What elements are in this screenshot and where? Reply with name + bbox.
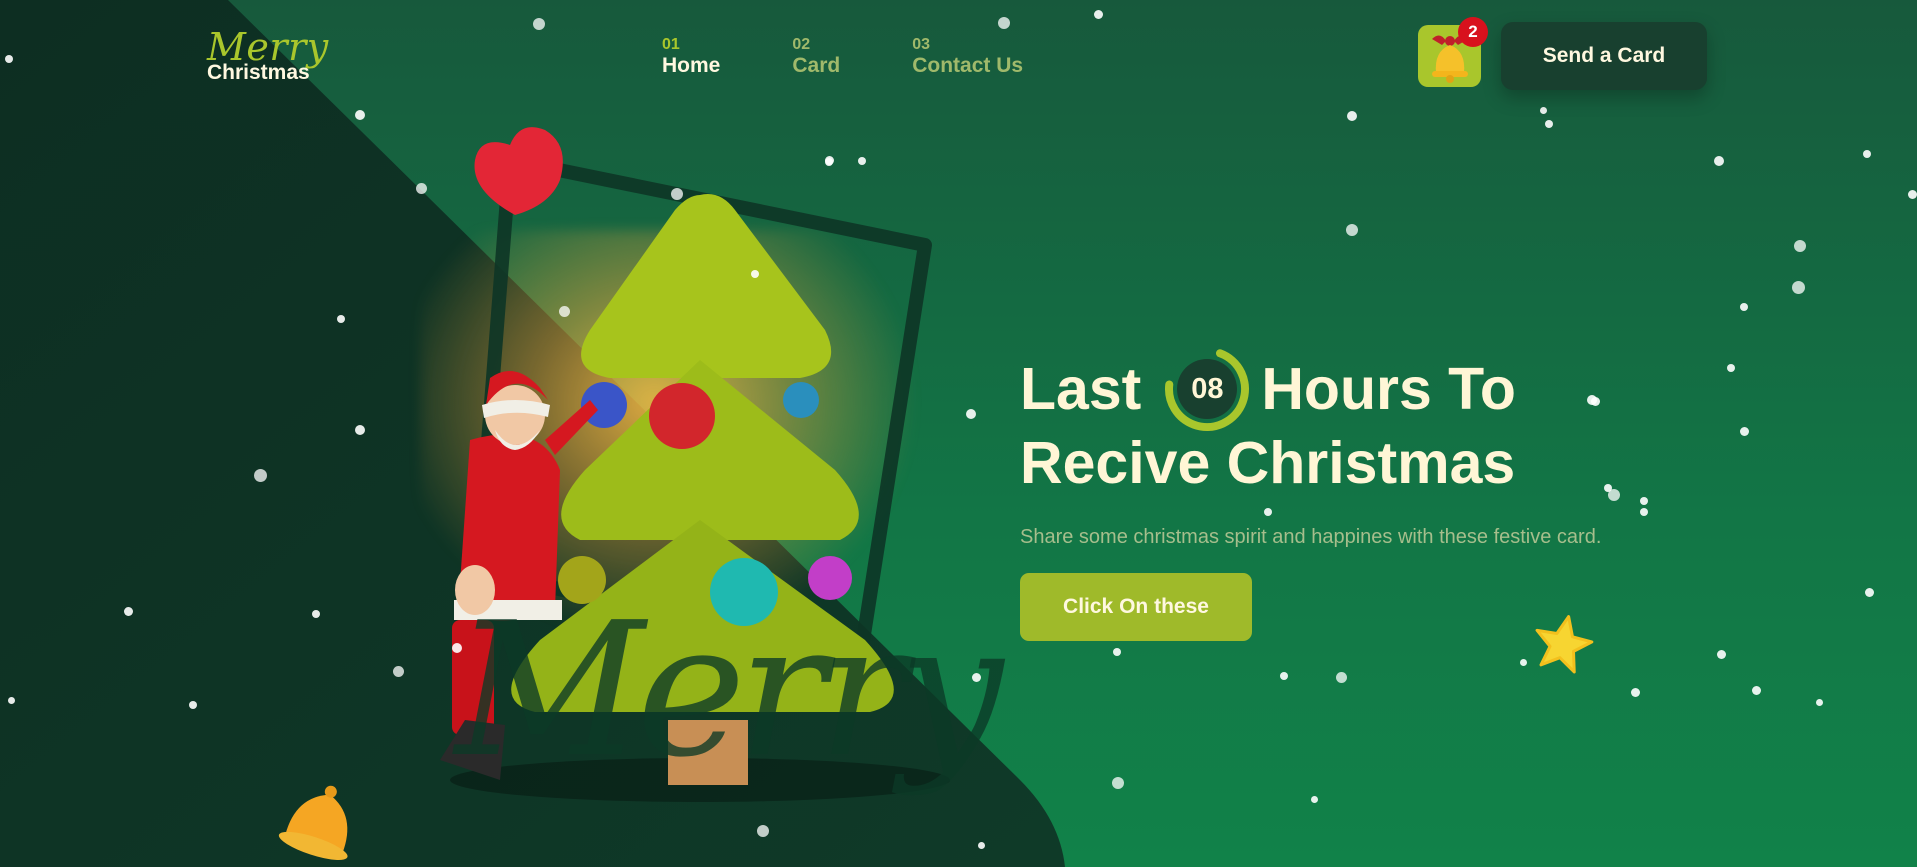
- hero-title: Last 08 Hours To Recive Christmas: [1020, 347, 1620, 496]
- hero-title-word-hours: Hours To: [1261, 355, 1516, 422]
- hero-title-line1: Last 08 Hours To: [1020, 347, 1620, 431]
- nav-item-number: 02: [792, 36, 811, 53]
- hero-title-line2: Recive Christmas: [1020, 430, 1516, 496]
- main-nav: 01 Home 02 Card 03 Contact Us: [662, 36, 1095, 77]
- merry-script-decor: Merry: [455, 582, 1003, 798]
- nav-item-label: Home: [662, 53, 721, 77]
- heart-decor-icon: [474, 127, 563, 215]
- countdown-value: 08: [1191, 372, 1224, 405]
- logo[interactable]: Merry Christmas: [207, 28, 329, 83]
- nav-item-card[interactable]: 02 Card: [792, 36, 840, 77]
- nav-item-home[interactable]: 01 Home: [662, 36, 720, 77]
- star-decor-icon: [1535, 615, 1594, 674]
- hero-description: Share some christmas spirit and happines…: [1020, 526, 1602, 548]
- nav-item-contact-us[interactable]: 03 Contact Us: [912, 36, 1023, 77]
- nav-item-label: Card: [792, 53, 841, 77]
- nav-item-number: 01: [662, 36, 680, 53]
- bell-decor-icon: [278, 785, 348, 860]
- hero-title-word-last: Last: [1020, 355, 1142, 422]
- click-on-these-button[interactable]: Click On these: [1020, 573, 1252, 641]
- nav-item-number: 03: [912, 36, 931, 53]
- send-a-card-button[interactable]: Send a Card: [1501, 22, 1707, 90]
- page-stage: Merry Merry Christmas 01 Home 02 Card 03…: [0, 0, 1917, 867]
- nav-item-label: Contact Us: [912, 53, 1024, 77]
- countdown-badge: 08: [1163, 345, 1251, 433]
- notification-count-badge: 2: [1458, 17, 1488, 47]
